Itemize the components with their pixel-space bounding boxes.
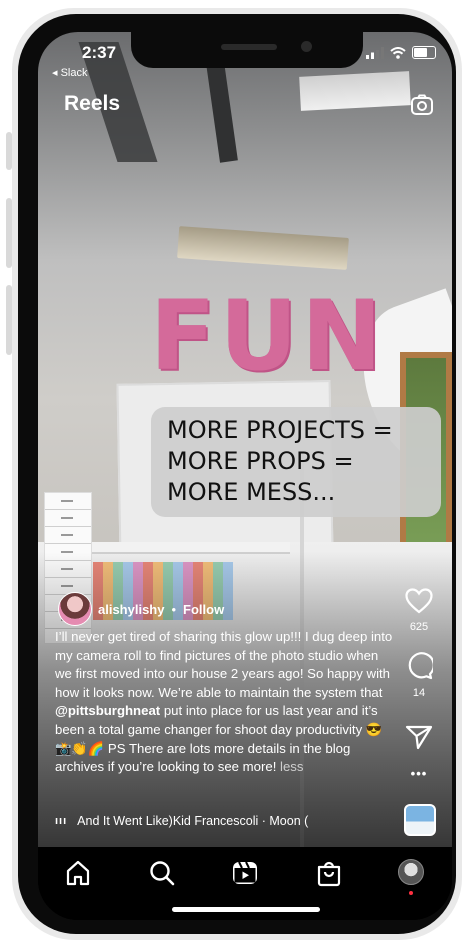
caption-mention-link[interactable]: @pittsburghneat xyxy=(55,703,160,718)
signal-icon xyxy=(366,46,384,59)
fun-wall-sign: FUN xyxy=(150,280,386,392)
send-icon[interactable] xyxy=(405,724,433,750)
profile-tab[interactable] xyxy=(398,859,426,895)
status-icons xyxy=(366,46,436,59)
heart-icon[interactable] xyxy=(405,588,433,614)
author-username[interactable]: alishylishy xyxy=(98,602,164,617)
overlay-line: MORE PROJECTS = xyxy=(167,416,393,444)
ceiling-light-panel xyxy=(299,71,411,111)
battery-icon xyxy=(412,46,436,59)
comment-count: 14 xyxy=(412,687,426,699)
profile-avatar xyxy=(398,859,424,885)
author-row: alishylishy • Follow xyxy=(58,592,224,626)
search-icon[interactable] xyxy=(148,859,176,887)
audio-bars-icon: ııı xyxy=(55,815,68,827)
reels-icon[interactable] xyxy=(231,859,259,887)
like-count: 625 xyxy=(409,621,429,633)
shop-icon[interactable] xyxy=(315,859,343,887)
music-label: And It Went Like)Kid Francescoli · Moon … xyxy=(77,814,309,828)
music-info[interactable]: ııı And It Went Like)Kid Francescoli · M… xyxy=(55,814,308,828)
home-icon[interactable] xyxy=(64,859,92,887)
more-options-icon: ••• xyxy=(410,766,428,781)
overlay-line: MORE PROPS = xyxy=(167,447,354,475)
follow-button[interactable]: Follow xyxy=(183,602,224,617)
caption-less-link[interactable]: less xyxy=(280,759,303,774)
reel-caption[interactable]: I’ll never get tired of sharing this glo… xyxy=(55,628,395,777)
share-action[interactable] xyxy=(404,724,434,755)
like-action[interactable]: 625 xyxy=(404,588,434,633)
speaker-grille xyxy=(221,44,277,50)
author-avatar[interactable] xyxy=(58,592,92,626)
camera-icon[interactable] xyxy=(410,93,434,117)
bottom-nav xyxy=(38,847,452,920)
page-title: Reels xyxy=(64,92,121,115)
notch xyxy=(131,32,363,68)
status-time: 2:37 xyxy=(82,43,117,62)
comment-action[interactable]: 14 xyxy=(404,652,435,699)
caption-text: I’ll never get tired of sharing this glo… xyxy=(55,629,393,700)
more-options-button[interactable]: ••• xyxy=(404,766,434,781)
wifi-icon xyxy=(390,46,406,59)
phone-screen: FUN 2:37 ◂ Slack Reels MORE PROJECTS = M… xyxy=(38,32,452,920)
separator-dot: • xyxy=(171,601,177,617)
back-to-app-link[interactable]: ◂ Slack xyxy=(52,66,87,79)
front-camera xyxy=(301,41,312,52)
comment-icon[interactable] xyxy=(405,652,435,680)
home-indicator[interactable] xyxy=(172,907,320,912)
notification-dot xyxy=(409,891,413,895)
audio-thumbnail[interactable] xyxy=(404,804,436,836)
overlay-line: MORE MESS... xyxy=(167,478,336,506)
reel-overlay-text: MORE PROJECTS = MORE PROPS = MORE MESS..… xyxy=(151,407,441,517)
